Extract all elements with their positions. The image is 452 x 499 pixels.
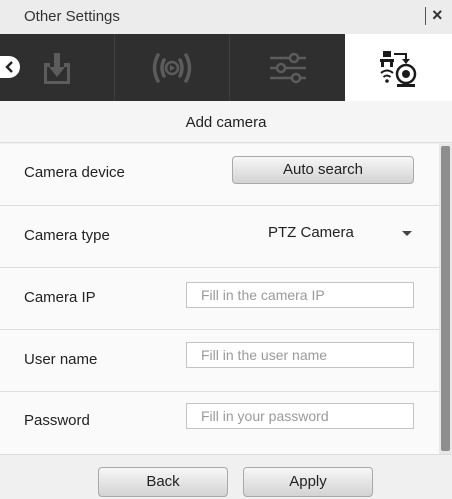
broadcast-icon (152, 52, 192, 83)
user-name-row: User name (0, 330, 439, 392)
camera-type-value: PTZ Camera (268, 224, 354, 241)
tab-network-camera[interactable] (345, 34, 452, 101)
sliders-icon (269, 52, 306, 83)
download-icon (44, 52, 70, 84)
camera-ip-row: Camera IP (0, 268, 439, 330)
camera-ip-input[interactable] (186, 282, 414, 308)
section-title: Add camera (185, 114, 267, 131)
scrollbar-thumb[interactable] (441, 146, 450, 451)
user-name-label: User name (24, 351, 98, 368)
section-header: Add camera (0, 101, 452, 143)
auto-search-button[interactable]: Auto search (232, 156, 414, 184)
camera-type-select[interactable]: PTZ Camera (262, 218, 422, 248)
back-button[interactable]: Back (98, 467, 228, 497)
tab-download[interactable] (0, 34, 115, 101)
password-row: Password (0, 392, 439, 454)
footer-bar: Back Apply (0, 454, 452, 499)
tab-broadcast[interactable] (115, 34, 230, 101)
user-name-input[interactable] (186, 342, 414, 368)
window-title: Other Settings (24, 8, 120, 25)
camera-device-row: Camera device Auto search (0, 144, 439, 206)
password-label: Password (24, 412, 90, 429)
camera-device-label: Camera device (24, 164, 125, 181)
network-camera-icon (379, 50, 416, 87)
password-input[interactable] (186, 403, 414, 429)
add-camera-form: Camera device Auto search Camera type PT… (0, 144, 439, 454)
camera-ip-label: Camera IP (24, 289, 96, 306)
close-icon[interactable]: × (432, 4, 443, 26)
title-separator (425, 7, 426, 25)
title-bar: Other Settings × (0, 0, 452, 34)
tab-strip (0, 34, 452, 101)
camera-type-row: Camera type PTZ Camera (0, 206, 439, 268)
camera-type-label: Camera type (24, 227, 110, 244)
apply-button[interactable]: Apply (243, 467, 373, 497)
form-scrollbar[interactable] (439, 144, 452, 454)
tab-sliders[interactable] (230, 34, 345, 101)
dropdown-arrow-icon (402, 231, 412, 236)
